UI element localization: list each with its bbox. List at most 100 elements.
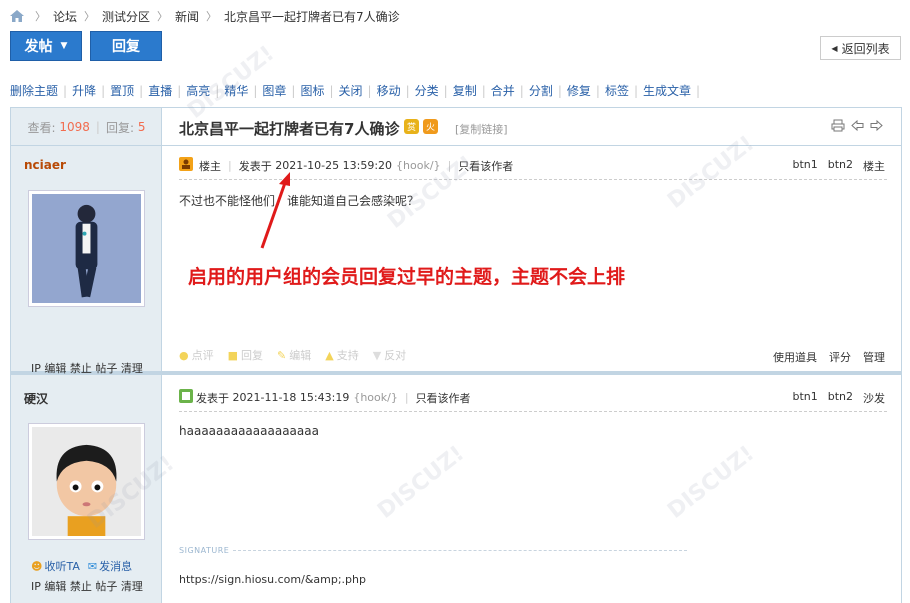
comment-icon: ● [179,348,189,362]
caret-down-icon: ▼ [60,41,68,51]
avatar[interactable] [28,423,145,540]
author-name[interactable]: 硬汉 [24,390,48,407]
print-icon[interactable] [831,119,845,132]
views-count: 1098 [59,120,90,134]
btn2-link[interactable]: btn2 [828,158,853,174]
breadcrumb-board[interactable]: 新闻 [175,8,199,25]
signature-text: https://sign.hiosu.com/&amp;.php [179,573,366,586]
chevron-right-icon: 〉 [84,10,96,23]
breadcrumb-forum[interactable]: 论坛 [53,8,77,25]
posted-prefix: 发表于 [196,391,229,405]
breadcrumb: 〉 论坛 〉 测试分区 〉 新闻 〉 北京昌平一起打牌者已有7人确诊 [10,7,400,25]
chevron-right-icon: 〉 [206,10,218,23]
support-action[interactable]: ▲ 支持 [325,347,358,363]
comment-action[interactable]: ● 点评 [179,347,214,363]
post-body: 不过也不能怪他们，谁能知道自己会感染呢？ [179,194,420,208]
mod-link-delete[interactable]: 删除主题 [10,82,58,99]
reward-icon: 赏 [404,119,420,134]
mod-link-digest[interactable]: 精华 [224,82,248,99]
reply-action[interactable]: ■ 回复 [228,347,263,363]
mod-link-tags[interactable]: 标签 [605,82,629,99]
title-badges: 赏 火 [404,119,439,134]
edit-action[interactable]: ✎ 编辑 [277,347,311,363]
mod-link-close[interactable]: 关闭 [339,82,363,99]
user-contact: ☻ 收听TA ✉ 发消息 [31,558,132,574]
views-label: 查看: [27,120,56,135]
annotation-arrow [260,172,290,249]
follow-icon: ☻ [31,559,43,573]
author-floor-icon [179,157,193,174]
post-meta-right: btn1 btn2 沙发 [792,390,885,406]
mod-link-highlight[interactable]: 高亮 [186,82,210,99]
post-item: 硬汉 ☻ 收听TA ✉ 发消息 IP 编辑 禁止 帖子 清理 发表于 2021-11… [11,379,901,603]
reply-icon: ■ [227,348,239,362]
mod-link-repair[interactable]: 修复 [567,82,591,99]
mod-link-split[interactable]: 分割 [529,82,553,99]
hook-text: {hook/} [396,159,441,172]
mod-link-icon[interactable]: 图标 [300,82,324,99]
btn1-link[interactable]: btn1 [792,158,817,174]
next-thread-icon[interactable] [870,119,883,132]
prev-thread-icon[interactable] [851,119,864,132]
post-body: haaaaaaaaaaaaaaaaaa [179,424,319,438]
mod-link-bump[interactable]: 升降 [72,82,96,99]
author-name[interactable]: nciaer [24,158,66,172]
mod-link-stick[interactable]: 置顶 [110,82,134,99]
floor-number[interactable]: 沙发 [863,390,885,406]
thread-header: 查看: 1098 | 回复: 5 北京昌平一起打牌者已有7人确诊 赏 火 [复制… [11,108,901,146]
post-button[interactable]: 发帖 ▼ [10,31,82,61]
oppose-action[interactable]: ▼ 反对 [373,347,406,363]
user-admin-actions[interactable]: IP 编辑 禁止 帖子 清理 [31,360,143,376]
breadcrumb-section[interactable]: 测试分区 [102,8,150,25]
back-to-list-label: 返回列表 [841,41,890,56]
triangle-left-icon: ◀ [831,43,838,53]
only-author-link[interactable]: 只看该作者 [416,390,471,406]
thread-stats: 查看: 1098 | 回复: 5 [27,120,146,135]
mod-link-move[interactable]: 移动 [377,82,401,99]
btn2-link[interactable]: btn2 [828,390,853,406]
annotation-text: 启用的用户组的会员回复过早的主题，主题不会上排 [188,266,626,288]
signature-label: SIGNATURE [179,546,230,555]
chevron-right-icon: 〉 [157,10,169,23]
home-icon[interactable] [10,10,24,22]
reply-button[interactable]: 回复 [90,31,162,61]
hot-icon: 火 [423,119,439,134]
post-tools: 使用道具 评分 管理 [773,349,885,365]
mod-link-category[interactable]: 分类 [415,82,439,99]
signature-divider: SIGNATURE [179,546,687,555]
follow-link[interactable]: ☻ 收听TA [31,558,80,574]
hook-text: {hook/} [353,391,398,404]
mod-link-stamp[interactable]: 图章 [262,82,286,99]
mod-link-copy[interactable]: 复制 [453,82,477,99]
manage-link[interactable]: 管理 [863,349,885,365]
post-button-label: 发帖 [24,39,53,55]
post-time: 2021-10-25 13:59:20 [275,159,393,172]
thread-tools [831,119,883,132]
back-to-list-button[interactable]: ◀ 返回列表 [820,36,901,60]
breadcrumb-thread[interactable]: 北京昌平一起打牌者已有7人确诊 [224,8,400,25]
mod-link-live[interactable]: 直播 [148,82,172,99]
floor-label: 楼主 [199,159,221,173]
user-admin-actions[interactable]: IP 编辑 禁止 帖子 清理 [31,578,143,594]
moderation-toolbar: 删除主题 | 升降 | 置顶 | 直播 | 高亮 | 精华 | 图章 | 图标 | 关闭 | 移动… [10,82,701,99]
avatar[interactable] [28,190,145,307]
rate-link[interactable]: 评分 [829,349,851,365]
post-item: nciaer IP 编辑 禁止 帖子 清理 楼主 | 发表于 2021-10-2… [11,147,901,375]
mail-icon: ✉ [87,559,98,573]
btn1-link[interactable]: btn1 [792,390,817,406]
copy-link[interactable]: [复制链接] [455,121,508,137]
mod-link-generate-article[interactable]: 生成文章 [643,82,691,99]
chevron-right-icon: 〉 [35,10,46,23]
online-icon [179,389,193,406]
post-meta-right: btn1 btn2 楼主 [792,158,885,174]
message-link[interactable]: ✉ 发消息 [88,558,132,574]
reply-button-label: 回复 [112,39,140,55]
floor-number[interactable]: 楼主 [863,158,885,174]
only-author-link[interactable]: 只看该作者 [458,158,513,174]
use-tool-link[interactable]: 使用道具 [773,349,817,365]
thread-table: 查看: 1098 | 回复: 5 北京昌平一起打牌者已有7人确诊 赏 火 [复制… [10,107,902,603]
replies-label: 回复: [105,120,135,135]
post-actions: ● 点评 ■ 回复 ✎ 编辑 ▲ 支持 ▼ 反对 [179,347,406,363]
thumb-up-icon: ▲ [325,348,334,362]
mod-link-merge[interactable]: 合并 [491,82,515,99]
